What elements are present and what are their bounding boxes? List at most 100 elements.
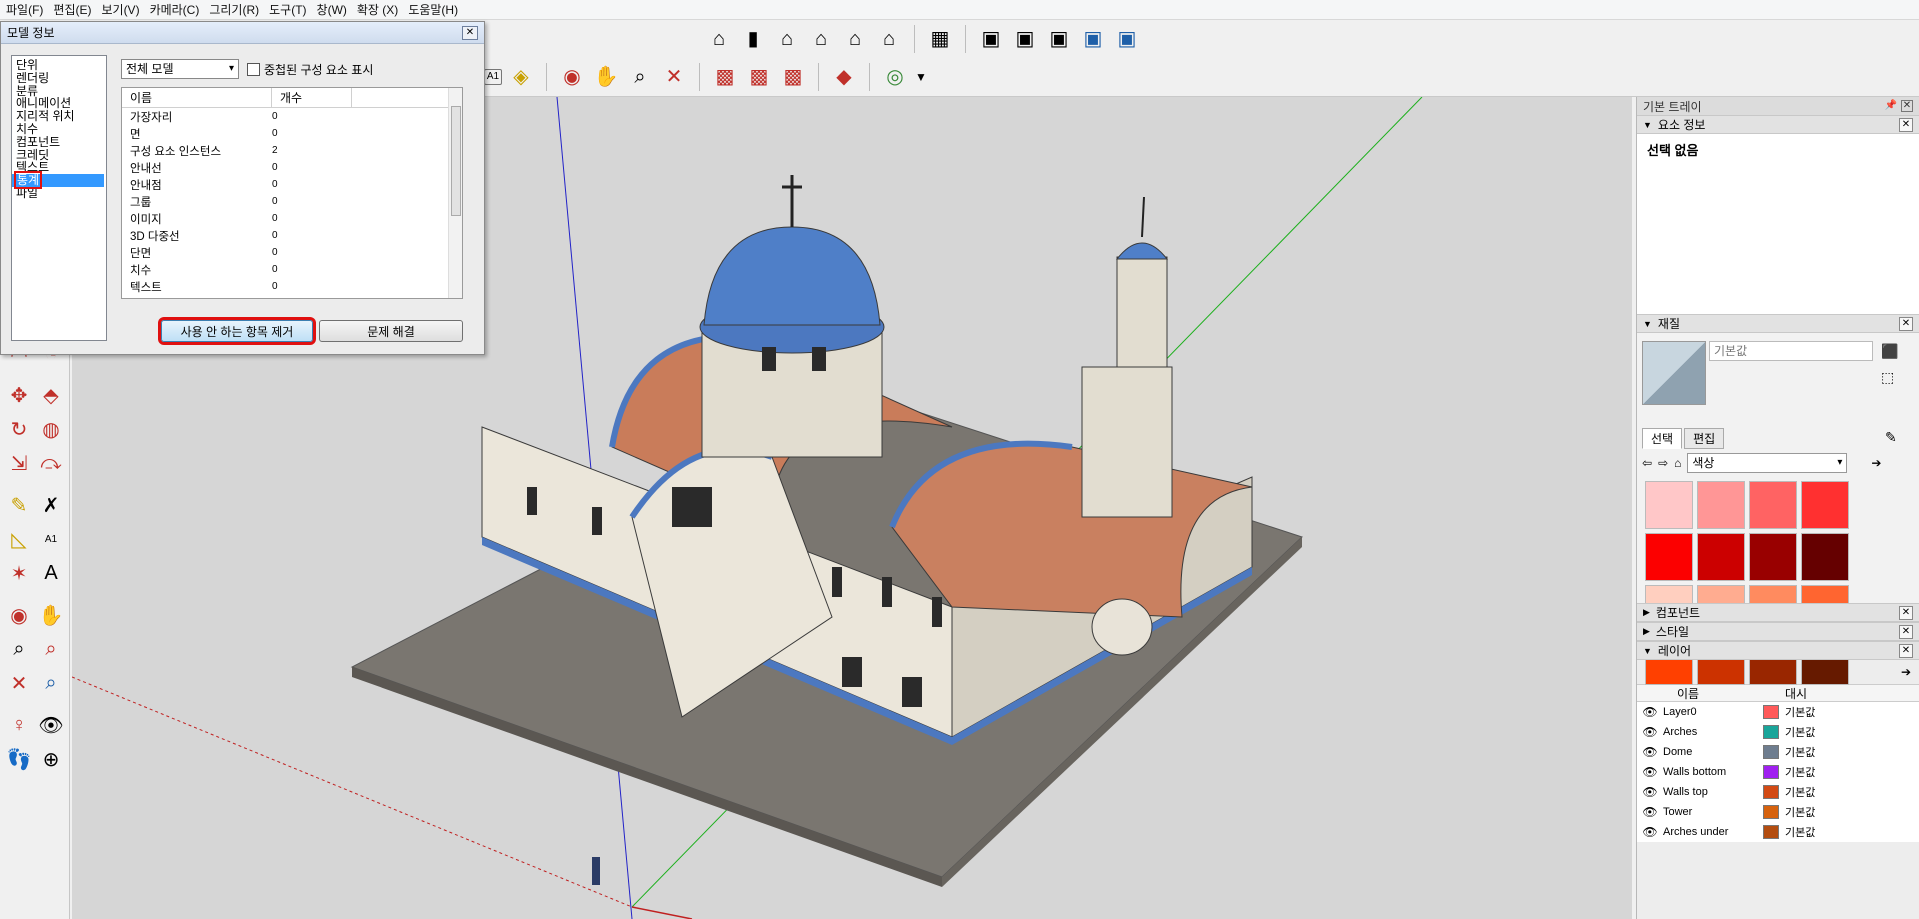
- nested-components-checkbox[interactable]: [247, 63, 260, 76]
- zoom-icon[interactable]: ⌕: [4, 634, 34, 664]
- components-header[interactable]: ▶ 컴포넌트 ✕: [1637, 603, 1919, 622]
- offset-icon[interactable]: ⤼: [36, 448, 66, 478]
- visibility-eye-icon[interactable]: 👁: [1637, 805, 1663, 819]
- 3d-text-icon[interactable]: A: [36, 558, 66, 588]
- text-tool-icon[interactable]: A1: [484, 69, 502, 85]
- text-icon[interactable]: A1: [36, 524, 66, 554]
- fix-problems-button[interactable]: 문제 해결: [319, 320, 463, 342]
- front-view-icon[interactable]: ⌂: [772, 24, 802, 54]
- push-pull-icon[interactable]: ⬘: [36, 380, 66, 410]
- zoom-extents-icon[interactable]: ✕: [4, 668, 34, 698]
- layer-row[interactable]: 👁 Tower 기본값: [1637, 802, 1919, 822]
- visibility-eye-icon[interactable]: 👁: [1637, 745, 1663, 759]
- details-arrow-icon[interactable]: ➔: [1871, 456, 1881, 470]
- menu-item[interactable]: 보기(V): [99, 0, 147, 20]
- left-view-icon[interactable]: ⌂: [874, 24, 904, 54]
- layer-row[interactable]: 👁 Arches under 기본값: [1637, 822, 1919, 842]
- tape-measure-icon[interactable]: ✎: [4, 490, 34, 520]
- pin-icon[interactable]: 📌: [1885, 100, 1897, 112]
- layer-name[interactable]: Tower: [1663, 806, 1763, 818]
- layers-header[interactable]: ▼ 레이어 ✕: [1637, 641, 1919, 660]
- right-view-icon[interactable]: ⌂: [806, 24, 836, 54]
- layer-color-swatch[interactable]: [1763, 745, 1779, 759]
- material-name-field[interactable]: 기본값: [1709, 341, 1873, 361]
- material-swatch[interactable]: [1645, 533, 1693, 581]
- material-swatch[interactable]: [1749, 481, 1797, 529]
- rotate-icon[interactable]: ↻: [4, 414, 34, 444]
- layer-name[interactable]: Layer0: [1663, 706, 1763, 718]
- close-icon[interactable]: ✕: [1899, 606, 1913, 620]
- scope-select[interactable]: 전체 모델: [121, 59, 239, 79]
- share-model-icon[interactable]: ▩: [744, 62, 774, 92]
- styles-header[interactable]: ▶ 스타일 ✕: [1637, 622, 1919, 641]
- close-icon[interactable]: ✕: [1899, 118, 1913, 132]
- pan-icon[interactable]: ✋: [591, 62, 621, 92]
- hidden-line-style-icon[interactable]: ▣: [1044, 24, 1074, 54]
- menu-item[interactable]: 도움말(H): [406, 0, 466, 20]
- tab-edit[interactable]: 편집: [1684, 428, 1725, 449]
- visibility-eye-icon[interactable]: 👁: [1637, 705, 1663, 719]
- warehouse-icon[interactable]: ▩: [710, 62, 740, 92]
- layer-row[interactable]: 👁 Walls top 기본값: [1637, 782, 1919, 802]
- scroll-thumb[interactable]: [451, 106, 461, 216]
- close-icon[interactable]: ✕: [1899, 625, 1913, 639]
- material-swatch[interactable]: [1801, 481, 1849, 529]
- layer-dash-style[interactable]: 기본값: [1785, 704, 1865, 720]
- close-icon[interactable]: ✕: [462, 26, 478, 40]
- layer-name[interactable]: Dome: [1663, 746, 1763, 758]
- layer-row[interactable]: 👁 Dome 기본값: [1637, 742, 1919, 762]
- back-arrow-icon[interactable]: ⇦: [1642, 456, 1652, 470]
- nested-components-option[interactable]: 중첩된 구성 요소 표시: [247, 61, 373, 78]
- visibility-eye-icon[interactable]: 👁: [1637, 785, 1663, 799]
- menu-item[interactable]: 도구(T): [267, 0, 314, 20]
- layer-dash-style[interactable]: 기본값: [1785, 764, 1865, 780]
- layer-dash-style[interactable]: 기본값: [1785, 744, 1865, 760]
- layer-dash-style[interactable]: 기본값: [1785, 724, 1865, 740]
- menu-item[interactable]: 창(W): [315, 0, 355, 20]
- home-icon[interactable]: ⌂: [1674, 456, 1681, 470]
- follow-me-icon[interactable]: ◍: [36, 414, 66, 444]
- layer-color-swatch[interactable]: [1763, 705, 1779, 719]
- chevron-down-icon[interactable]: ▼: [914, 62, 928, 92]
- materials-header[interactable]: ▼ 재질 ✕: [1637, 314, 1919, 333]
- shaded-style-icon[interactable]: ▣: [1078, 24, 1108, 54]
- position-camera-icon[interactable]: ♀: [4, 710, 34, 740]
- statistics-scrollbar[interactable]: [448, 88, 462, 298]
- visibility-eye-icon[interactable]: 👁: [1637, 725, 1663, 739]
- layer-color-swatch[interactable]: [1763, 725, 1779, 739]
- menu-item[interactable]: 그리기(R): [207, 0, 267, 20]
- layer-row[interactable]: 👁 Layer0 기본값: [1637, 702, 1919, 722]
- zoom-icon[interactable]: ⌕: [625, 62, 655, 92]
- section-plane-icon[interactable]: ⊕: [36, 744, 66, 774]
- orbit-icon[interactable]: ◉: [557, 62, 587, 92]
- extension-warehouse-icon[interactable]: ◆: [829, 62, 859, 92]
- zoom-window-icon[interactable]: ⌕: [36, 634, 66, 664]
- layer-row[interactable]: 👁 Walls bottom 기본값: [1637, 762, 1919, 782]
- category-item[interactable]: 파일: [16, 187, 106, 200]
- material-library-select[interactable]: 색상 ▾: [1687, 453, 1848, 473]
- iso-view-icon[interactable]: ⌂: [704, 24, 734, 54]
- pan-icon[interactable]: ✋: [36, 600, 66, 630]
- layer-dash-style[interactable]: 기본값: [1785, 784, 1865, 800]
- layer-name[interactable]: Arches: [1663, 726, 1763, 738]
- layer-color-swatch[interactable]: [1763, 805, 1779, 819]
- walk-icon[interactable]: 👣: [4, 744, 34, 774]
- sample-paint-icon[interactable]: ⬚: [1881, 369, 1894, 386]
- orbit-icon[interactable]: ◉: [4, 600, 34, 630]
- xray-style-icon[interactable]: ▦: [925, 24, 955, 54]
- menu-item[interactable]: 카메라(C): [148, 0, 208, 20]
- tab-select[interactable]: 선택: [1642, 428, 1683, 449]
- create-material-icon[interactable]: ⬛: [1881, 343, 1898, 360]
- menu-item[interactable]: 파일(F): [4, 0, 51, 20]
- purge-unused-button[interactable]: 사용 안 하는 항목 제거: [161, 320, 313, 342]
- material-swatch[interactable]: [1697, 533, 1745, 581]
- layer-color-swatch[interactable]: [1763, 765, 1779, 779]
- close-icon[interactable]: ✕: [1899, 317, 1913, 331]
- previous-view-icon[interactable]: ⌕: [36, 668, 66, 698]
- top-view-icon[interactable]: ▮: [738, 24, 768, 54]
- zoom-extents-icon[interactable]: ✕: [659, 62, 689, 92]
- account-icon[interactable]: ◎: [880, 62, 910, 92]
- layer-color-swatch[interactable]: [1763, 785, 1779, 799]
- visibility-eye-icon[interactable]: 👁: [1637, 825, 1663, 839]
- layer-row[interactable]: 👁 Arches 기본값: [1637, 722, 1919, 742]
